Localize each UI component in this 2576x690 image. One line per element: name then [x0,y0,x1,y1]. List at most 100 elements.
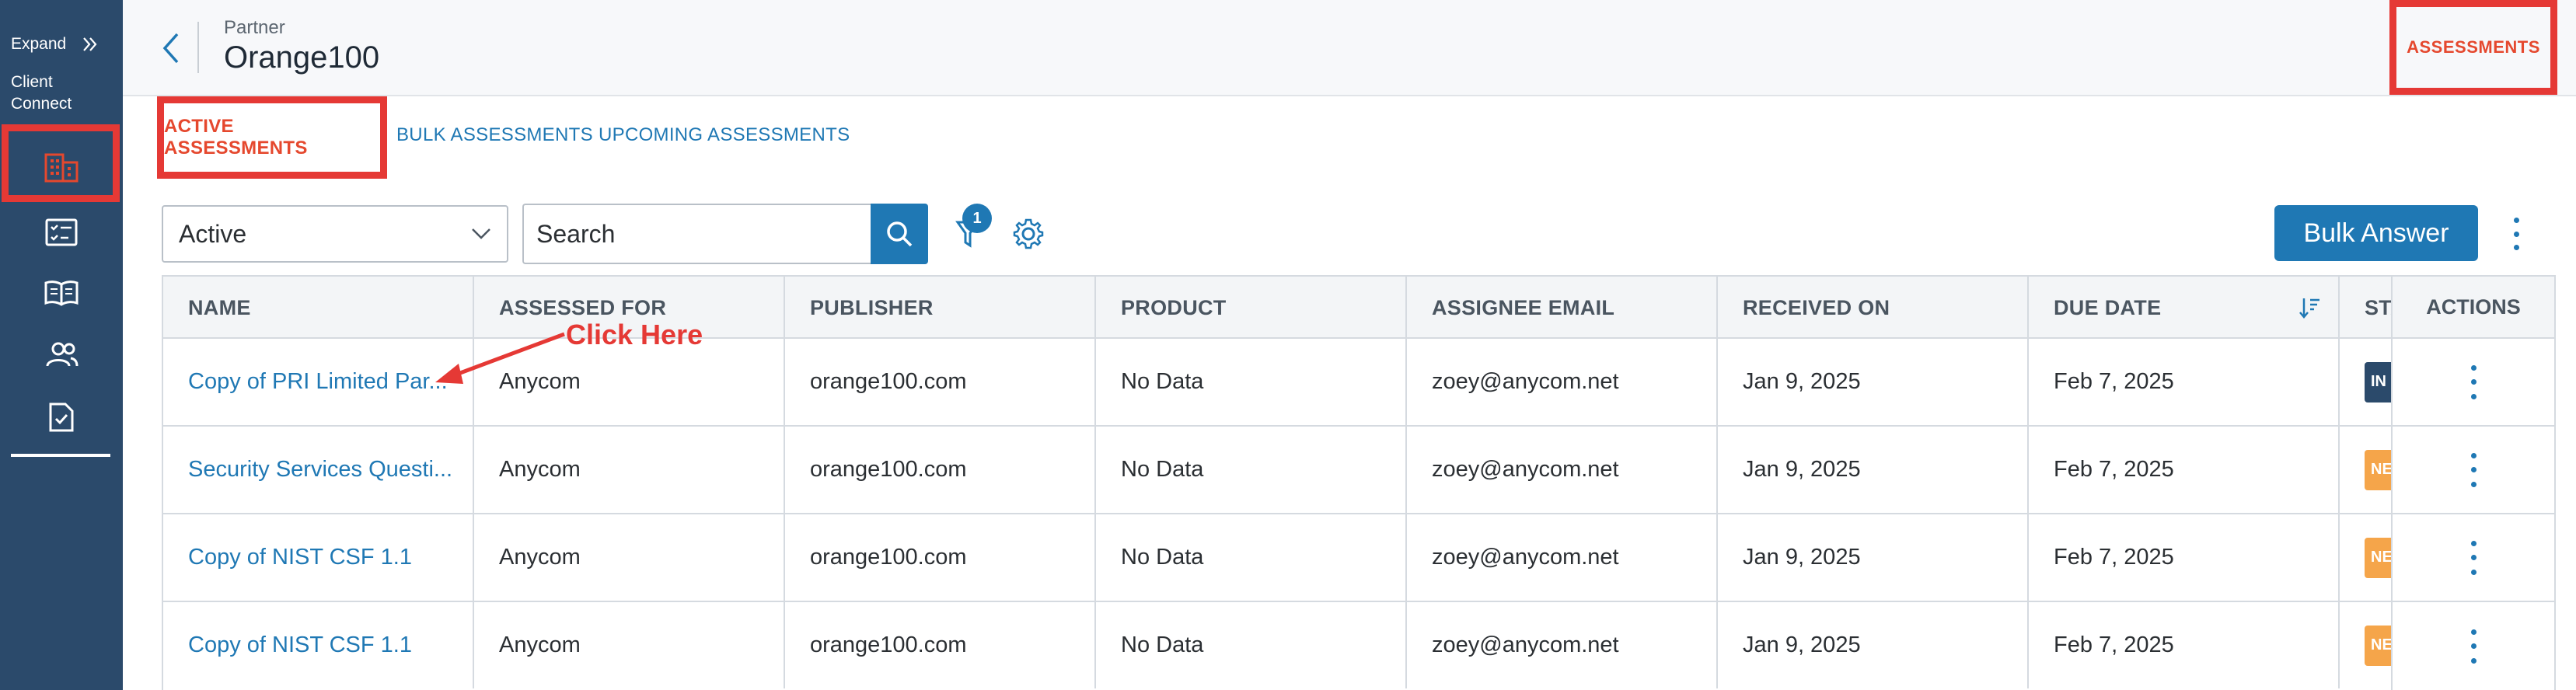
due-date-cell: Feb 7, 2025 [2029,339,2340,425]
tab-active-assessments[interactable]: ACTIVE ASSESSMENTS [157,96,387,179]
row-actions-button[interactable] [2466,452,2481,487]
kebab-dot [2470,452,2477,458]
received-on-cell: Jan 9, 2025 [1718,427,2029,513]
column-header-product[interactable]: PRODUCT [1096,277,1407,339]
kebab-dot [2513,231,2519,237]
sidebar-divider [11,454,110,457]
column-header-assignee-email[interactable]: ASSIGNEE EMAIL [1407,277,1718,339]
assignee-email-cell: zoey@anycom.net [1407,602,1718,688]
checklist-icon [45,218,78,246]
assessed-for-cell: Anycom [474,514,785,601]
chevron-down-icon [472,228,490,239]
column-header-due-date-label: DUE DATE [2054,295,2162,319]
kebab-dot [2470,467,2477,472]
row-actions-cell [2393,427,2554,514]
client-connect-label: Client Connect [11,73,72,113]
page-title: Orange100 [224,40,380,75]
actions-column: ACTIONS [2391,277,2554,690]
kebab-dot [2470,569,2477,575]
bulk-answer-button[interactable]: Bulk Answer [2274,205,2478,261]
column-header-received-on[interactable]: RECEIVED ON [1718,277,2029,339]
kebab-dot [2470,657,2477,664]
expand-label: Expand [11,35,67,53]
kebab-dot [2470,540,2477,546]
kebab-dot [2470,364,2477,371]
table-row: Security Services Questi... Anycom orang… [163,427,2554,514]
search-icon [887,221,913,247]
kebab-dot [2470,481,2477,487]
row-actions-button[interactable] [2466,540,2481,575]
assessed-for-cell: Anycom [474,602,785,688]
double-chevron-right-icon [83,37,97,51]
status-select[interactable]: Active [162,205,508,263]
publisher-cell: orange100.com [785,339,1096,425]
header-separator [197,22,199,73]
row-actions-button[interactable] [2466,629,2481,664]
search-input[interactable] [522,204,872,264]
assignee-email-cell: zoey@anycom.net [1407,427,1718,513]
publisher-cell: orange100.com [785,514,1096,601]
kebab-dot [2513,245,2519,250]
chevron-left-icon [162,33,179,64]
product-cell: No Data [1096,514,1407,601]
back-button[interactable] [157,26,185,70]
assignee-email-cell: zoey@anycom.net [1407,339,1718,425]
sidebar: Expand Client Connect [0,0,123,690]
more-options-button[interactable] [2504,214,2528,253]
tab-bulk-assessments[interactable]: BULK ASSESSMENTS [396,124,593,146]
users-icon [46,342,79,367]
assessment-name-link[interactable]: Copy of NIST CSF 1.1 [163,514,474,601]
annotation-click-here: Click Here [566,319,703,350]
due-date-cell: Feb 7, 2025 [2029,427,2340,513]
gear-icon [1013,218,1044,249]
kebab-dot [2513,218,2519,223]
document-check-icon [49,402,74,432]
assessed-for-cell: Anycom [474,427,785,513]
filter-count-badge: 1 [962,204,992,233]
product-cell: No Data [1096,602,1407,688]
assignee-email-cell: zoey@anycom.net [1407,514,1718,601]
sidebar-item-tasks[interactable] [0,399,123,435]
column-header-due-date[interactable]: DUE DATE [2029,277,2340,339]
expand-button[interactable]: Expand [11,34,100,54]
table-row: Copy of NIST CSF 1.1 Anycom orange100.co… [163,514,2554,602]
sidebar-item-users[interactable] [0,337,123,373]
kebab-dot [2470,629,2477,635]
column-header-actions: ACTIONS [2393,277,2554,339]
received-on-cell: Jan 9, 2025 [1718,339,2029,425]
page-subtitle: Partner [224,17,285,38]
due-date-cell: Feb 7, 2025 [2029,602,2340,688]
row-actions-cell [2393,514,2554,602]
assessment-name-link[interactable]: Copy of PRI Limited Par... [163,339,474,425]
page-header: Partner Orange100 [123,0,2576,96]
annotation-arrow-icon [435,332,565,384]
due-date-cell: Feb 7, 2025 [2029,514,2340,601]
column-header-publisher[interactable]: PUBLISHER [785,277,1096,339]
product-cell: No Data [1096,427,1407,513]
column-header-name[interactable]: NAME [163,277,474,339]
received-on-cell: Jan 9, 2025 [1718,602,2029,688]
sidebar-item-assessments[interactable] [0,214,123,250]
row-actions-cell [2393,339,2554,427]
tab-upcoming-assessments[interactable]: UPCOMING ASSESSMENTS [599,124,850,146]
sidebar-item-library[interactable] [0,275,123,311]
assessment-name-link[interactable]: Copy of NIST CSF 1.1 [163,602,474,688]
tab-label: ACTIVE ASSESSMENTS [164,116,308,159]
kebab-dot [2470,643,2477,649]
assessments-nav-label: ASSESSMENTS [2407,37,2540,57]
publisher-cell: orange100.com [785,427,1096,513]
table-row: Copy of NIST CSF 1.1 Anycom orange100.co… [163,602,2554,690]
settings-button[interactable] [1011,216,1046,252]
kebab-dot [2470,393,2477,399]
received-on-cell: Jan 9, 2025 [1718,514,2029,601]
row-actions-button[interactable] [2466,364,2481,399]
assessments-nav-link[interactable]: ASSESSMENTS [2389,0,2557,95]
sort-descending-icon [2299,298,2319,319]
search-button[interactable] [871,204,928,264]
kebab-dot [2470,555,2477,560]
assessment-name-link[interactable]: Security Services Questi... [163,427,474,513]
row-actions-cell [2393,602,2554,690]
status-select-value: Active [179,219,247,248]
sidebar-highlight-box [2,124,120,202]
product-cell: No Data [1096,339,1407,425]
